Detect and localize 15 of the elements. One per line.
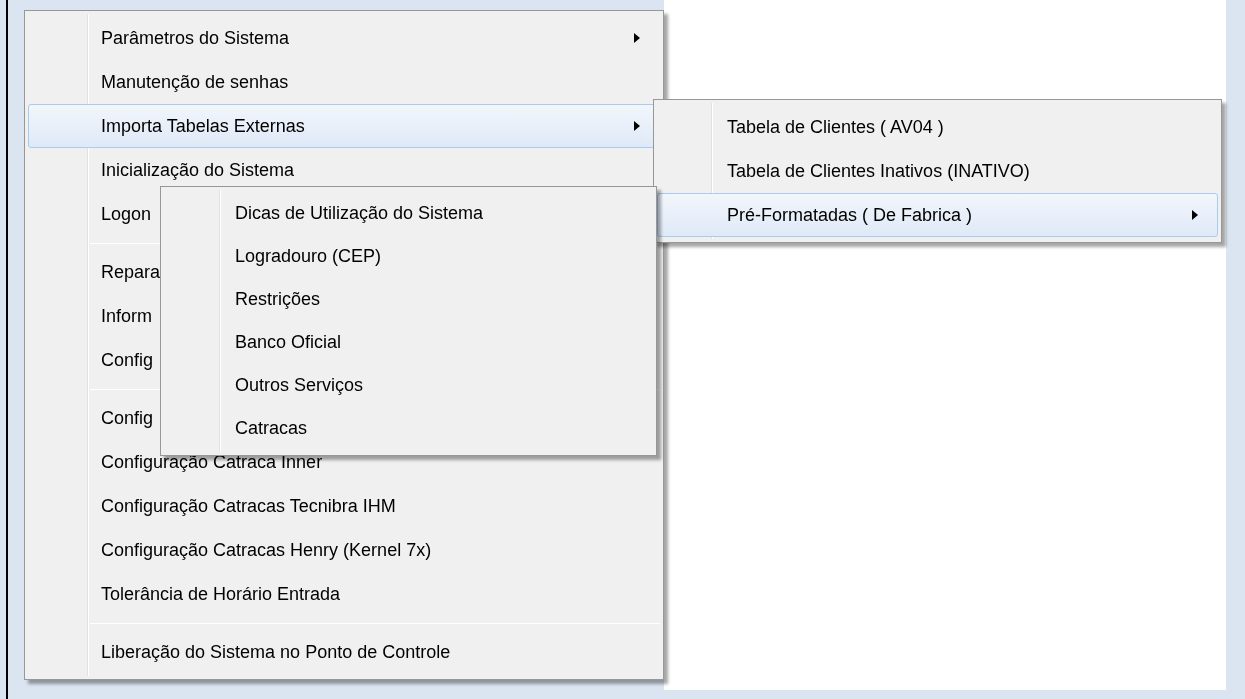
menu-item[interactable]: Logradouro (CEP) <box>164 235 653 278</box>
menu-item[interactable]: Banco Oficial <box>164 321 653 364</box>
menu-item[interactable]: Configuração Catracas Henry (Kernel 7x) <box>28 528 660 572</box>
menu-item[interactable]: Dicas de Utilização do Sistema <box>164 192 653 235</box>
menu-item[interactable]: Outros Serviços <box>164 364 653 407</box>
menu-item[interactable]: Catracas <box>164 407 653 450</box>
menu-item[interactable]: Pré-Formatadas ( De Fabrica ) <box>657 193 1218 237</box>
menu-item[interactable]: Configuração Catracas Tecnibra IHM <box>28 484 660 528</box>
menu-item[interactable]: Restrições <box>164 278 653 321</box>
menu-item[interactable]: Tabela de Clientes ( AV04 ) <box>657 105 1218 149</box>
menu-item[interactable]: Tolerância de Horário Entrada <box>28 572 660 616</box>
menu-item[interactable]: Liberação do Sistema no Ponto de Controle <box>28 630 660 674</box>
menu-item[interactable]: Parâmetros do Sistema <box>28 16 660 60</box>
menu-item[interactable]: Tabela de Clientes Inativos (INATIVO) <box>657 149 1218 193</box>
menu-item[interactable]: Manutenção de senhas <box>28 60 660 104</box>
